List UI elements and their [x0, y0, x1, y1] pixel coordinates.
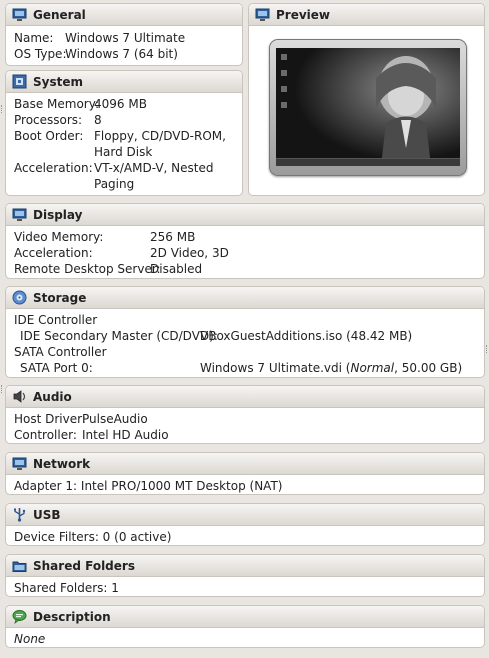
- chip-icon: [12, 74, 27, 89]
- desktop-icon: [281, 54, 287, 60]
- preview-title: Preview: [276, 7, 331, 22]
- speech-bubble-icon: [12, 609, 27, 624]
- sata-disk-size: , 50.00 GB): [394, 361, 463, 375]
- display-header[interactable]: Display: [6, 204, 484, 226]
- audio-controller-label: Controller:: [14, 428, 77, 442]
- audio-header[interactable]: Audio: [6, 386, 484, 408]
- storage-header[interactable]: Storage: [6, 287, 484, 309]
- desktop-icon: [281, 70, 287, 76]
- remote-desktop-label: Remote Desktop Server:: [14, 262, 161, 276]
- sata-disk-name: Windows 7 Ultimate.vdi (: [200, 361, 351, 375]
- taskbar: [276, 158, 460, 166]
- network-title: Network: [33, 456, 91, 471]
- host-driver-value: PulseAudio: [82, 412, 148, 426]
- sata-port-value: Windows 7 Ultimate.vdi (Normal, 50.00 GB…: [200, 360, 462, 376]
- shared-folders-section: Shared Folders Shared Folders: 1: [5, 554, 485, 597]
- shared-folders-header[interactable]: Shared Folders: [6, 555, 484, 577]
- adapter-1: Adapter 1: Intel PRO/1000 MT Desktop (NA…: [14, 479, 283, 493]
- sata-port-label: SATA Port 0:: [20, 361, 93, 375]
- splitter-grip[interactable]: [1, 385, 3, 393]
- desktop-icon: [281, 102, 287, 108]
- host-driver-label: Host Driver:: [14, 412, 86, 426]
- boot-order-label: Boot Order:: [14, 129, 84, 143]
- processors-label: Processors:: [14, 113, 83, 127]
- audio-controller-value: Intel HD Audio: [82, 428, 169, 442]
- description-title: Description: [33, 609, 111, 624]
- usb-section: USB Device Filters: 0 (0 active): [5, 503, 485, 546]
- monitor-icon: [255, 7, 270, 22]
- desktop-icon: [281, 86, 287, 92]
- shared-folders-title: Shared Folders: [33, 558, 135, 573]
- description-text: None: [14, 632, 46, 646]
- vm-preview-screen: [269, 39, 467, 176]
- network-monitor-icon: [12, 456, 27, 471]
- usb-header[interactable]: USB: [6, 504, 484, 526]
- storage-title: Storage: [33, 290, 87, 305]
- shared-folders-count: Shared Folders: 1: [14, 581, 119, 595]
- splitter-grip[interactable]: [486, 345, 488, 353]
- display-title: Display: [33, 207, 83, 222]
- processors-value: 8: [94, 113, 102, 127]
- acceleration-value: VT-x/AMD-V, Nested Paging: [94, 161, 214, 191]
- system-header[interactable]: System: [6, 71, 242, 93]
- storage-section: Storage IDE Controller IDE Secondary Mas…: [5, 286, 485, 378]
- audio-section: Audio Host Driver: PulseAudio Controller:…: [5, 385, 485, 444]
- disk-icon: [12, 290, 27, 305]
- audio-title: Audio: [33, 389, 72, 404]
- sata-controller-label: SATA Controller: [14, 345, 107, 359]
- usb-title: USB: [33, 507, 61, 522]
- vm-desktop-thumbnail: [276, 48, 460, 166]
- description-header[interactable]: Description: [6, 606, 484, 628]
- ide-controller-label: IDE Controller: [14, 313, 98, 327]
- acceleration-label: Acceleration:: [14, 161, 93, 175]
- device-filters: Device Filters: 0 (0 active): [14, 530, 172, 544]
- ide-port-label: IDE Secondary Master (CD/DVD):: [20, 329, 218, 343]
- network-header[interactable]: Network: [6, 453, 484, 475]
- general-section: General Name: Windows 7 Ultimate OS Type:…: [5, 3, 243, 66]
- display-acceleration-label: Acceleration:: [14, 246, 93, 260]
- video-memory-value: 256 MB: [150, 230, 196, 244]
- usb-icon: [12, 507, 27, 522]
- name-label: Name:: [14, 31, 54, 45]
- system-title: System: [33, 74, 83, 89]
- system-section: System Base Memory: 4096 MB Processors: 8 …: [5, 70, 243, 196]
- display-section: Display Video Memory: 256 MB Acceleration…: [5, 203, 485, 279]
- description-section: Description None: [5, 605, 485, 648]
- base-memory-value: 4096 MB: [94, 97, 147, 111]
- os-type-value: Windows 7 (64 bit): [65, 47, 178, 61]
- name-value: Windows 7 Ultimate: [65, 31, 186, 45]
- video-memory-label: Video Memory:: [14, 230, 104, 244]
- network-section: Network Adapter 1: Intel PRO/1000 MT Des…: [5, 452, 485, 495]
- monitor-icon: [12, 207, 27, 222]
- remote-desktop-value: Disabled: [150, 262, 203, 276]
- sata-disk-type: Normal: [350, 361, 395, 375]
- folder-icon: [12, 558, 27, 573]
- display-acceleration-value: 2D Video, 3D: [150, 246, 229, 260]
- speaker-icon: [12, 389, 27, 404]
- preview-section: Preview: [248, 3, 485, 196]
- preview-header[interactable]: Preview: [249, 4, 484, 26]
- os-type-label: OS Type:: [14, 47, 67, 61]
- boot-order-value: Floppy, CD/DVD-ROM, Hard Disk: [94, 129, 226, 159]
- general-title: General: [33, 7, 86, 22]
- monitor-icon: [12, 7, 27, 22]
- splitter-grip[interactable]: [1, 105, 3, 113]
- base-memory-label: Base Memory:: [14, 97, 100, 111]
- ide-port-value: VBoxGuestAdditions.iso (48.42 MB): [200, 329, 413, 343]
- general-header[interactable]: General: [6, 4, 242, 26]
